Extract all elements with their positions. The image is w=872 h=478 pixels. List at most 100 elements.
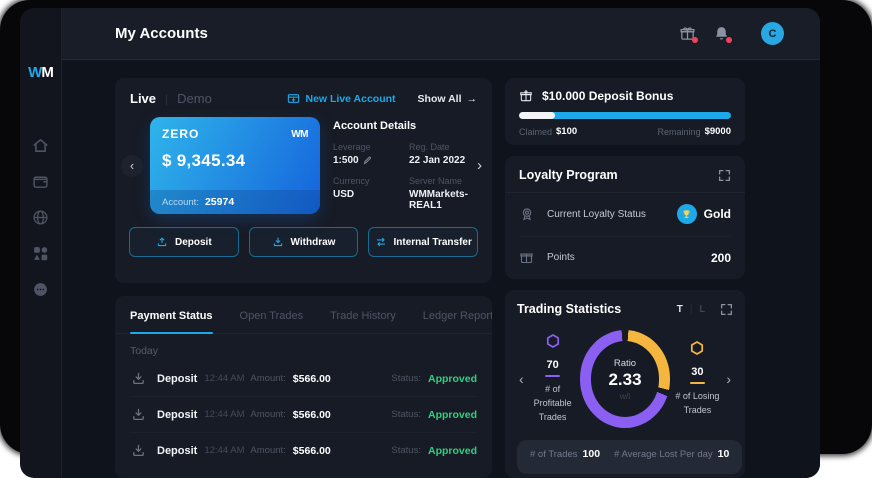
medal-icon — [519, 206, 535, 222]
main-content: Live | Demo New Live Account Show All → … — [62, 60, 820, 478]
ratio-label: Ratio — [614, 358, 636, 369]
tab-trade-history[interactable]: Trade History — [330, 310, 396, 333]
deposit-row-icon — [130, 442, 147, 459]
stat-underline — [690, 382, 705, 384]
gift-icon — [519, 89, 533, 103]
account-card[interactable]: ZERO WM $ 9,345.34 Account: 25974 — [150, 117, 320, 214]
amount-value: $566.00 — [293, 445, 331, 457]
gift-icon[interactable] — [679, 25, 696, 42]
home-icon[interactable] — [32, 137, 49, 154]
currency-field: Currency USD — [333, 176, 395, 211]
gift-notification-dot — [692, 37, 698, 43]
status-label: Status: — [391, 373, 421, 384]
new-live-account-button[interactable]: New Live Account — [287, 92, 396, 105]
deposit-row-icon — [130, 406, 147, 423]
stats-title: Trading Statistics — [517, 302, 621, 316]
loyalty-points-row: Points 200 — [505, 237, 745, 280]
tab-live[interactable]: Live — [130, 91, 156, 106]
tab-ledger-report[interactable]: Ledger Report — [423, 310, 492, 333]
toggle-divider: | — [690, 304, 693, 315]
avg-lost-label: # Average Lost Per day — [614, 449, 713, 460]
losing-trades-stat: 30 # of Losing Trades — [670, 340, 724, 418]
deposit-button[interactable]: Deposit — [129, 227, 239, 257]
profitable-trades-value: 70 — [526, 359, 580, 371]
accounts-panel: Live | Demo New Live Account Show All → … — [115, 78, 492, 283]
reg-date-label: Reg. Date — [409, 142, 473, 152]
internal-transfer-button[interactable]: Internal Transfer — [368, 227, 478, 257]
loyalty-status-value: Gold — [704, 207, 731, 221]
card-account-strip: Account: 25974 — [150, 190, 320, 214]
loyalty-status-label: Current Loyalty Status — [547, 209, 646, 220]
remaining-label: Remaining — [658, 127, 701, 137]
points-label: Points — [547, 252, 575, 263]
topbar: My Accounts C — [62, 8, 820, 60]
server-label: Server Name — [409, 176, 473, 186]
trades-count-label: # of Trades — [530, 449, 578, 460]
sidebar: WM — [20, 8, 62, 478]
toggle-trades[interactable]: T — [677, 304, 683, 315]
bonus-title: $10.000 Deposit Bonus — [542, 89, 673, 103]
stats-next-button[interactable]: › — [724, 371, 733, 387]
payment-tabs: Payment Status Open Trades Trade History… — [115, 296, 492, 334]
amount-label: Amount: — [250, 373, 285, 384]
show-all-button[interactable]: Show All → — [418, 93, 477, 105]
accounts-panel-header: Live | Demo New Live Account Show All → — [115, 78, 492, 115]
bell-icon[interactable] — [713, 25, 730, 42]
bell-notification-dot — [726, 37, 732, 43]
payment-time: 12:44 AM — [204, 409, 244, 420]
amount-label: Amount: — [250, 445, 285, 456]
apps-icon[interactable] — [32, 245, 49, 262]
currency-label: Currency — [333, 176, 395, 186]
remaining-group: Remaining $9000 — [658, 126, 731, 137]
avg-lost-group: # Average Lost Per day10 — [614, 448, 729, 460]
withdraw-icon — [272, 236, 284, 248]
toggle-lots[interactable]: L — [699, 304, 705, 315]
remaining-value: $9000 — [705, 126, 731, 137]
expand-icon[interactable] — [718, 169, 731, 182]
account-details: Account Details Leverage 1:500 Reg. Date… — [333, 120, 473, 211]
status-badge: Approved — [428, 445, 477, 457]
card-prev-button[interactable]: ‹ — [121, 155, 143, 177]
claimed-label: Claimed — [519, 127, 552, 137]
sidebar-nav — [32, 137, 49, 298]
arrow-right-icon: → — [467, 93, 478, 105]
tab-payment-status[interactable]: Payment Status — [130, 310, 213, 333]
deposit-label: Deposit — [175, 237, 212, 248]
hexagon-yellow-icon — [689, 343, 705, 360]
gift-icon — [519, 250, 535, 266]
card-balance: $ 9,345.34 — [162, 151, 308, 171]
card-next-button[interactable]: › — [477, 157, 482, 174]
loyalty-status-row: Current Loyalty Status Gold — [505, 193, 745, 236]
stat-underline — [545, 375, 560, 377]
expand-icon[interactable] — [720, 303, 733, 316]
accounts-panel-body: ‹ ZERO WM $ 9,345.34 Account: 25974 — [115, 115, 492, 214]
withdraw-label: Withdraw — [291, 237, 336, 248]
losing-trades-caption: # of Losing Trades — [670, 390, 724, 418]
payment-time: 12:44 AM — [204, 445, 244, 456]
card-wm-logo: WM — [291, 129, 308, 140]
winloss-donut: Ratio 2.33 w/l — [580, 330, 671, 428]
bonus-progress-claimed — [519, 112, 555, 119]
withdraw-button[interactable]: Withdraw — [249, 227, 359, 257]
stats-prev-button[interactable]: ‹ — [517, 371, 526, 387]
payment-status-panel: Payment Status Open Trades Trade History… — [115, 296, 492, 478]
payment-row: Deposit 12:44 AM Amount: $566.00 Status:… — [115, 397, 492, 432]
more-icon[interactable] — [32, 281, 49, 298]
tab-demo[interactable]: Demo — [177, 91, 212, 106]
tab-open-trades[interactable]: Open Trades — [240, 310, 304, 333]
amount-label: Amount: — [250, 409, 285, 420]
amount-value: $566.00 — [293, 373, 331, 385]
wallet-icon[interactable] — [32, 173, 49, 190]
stats-footer-pill: # of Trades100 # Average Lost Per day10 — [517, 440, 742, 474]
losing-trades-value: 30 — [670, 366, 724, 378]
user-avatar[interactable]: C — [761, 22, 784, 45]
transfer-icon — [375, 236, 387, 248]
internal-transfer-label: Internal Transfer — [394, 237, 472, 248]
payment-type: Deposit — [157, 373, 197, 385]
loyalty-title: Loyalty Program — [519, 168, 618, 182]
globe-icon[interactable] — [32, 209, 49, 226]
brand-logo-m: M — [41, 64, 53, 81]
hexagon-purple-icon — [545, 336, 561, 353]
claimed-value: $100 — [556, 126, 577, 137]
edit-leverage-icon[interactable] — [363, 156, 372, 165]
